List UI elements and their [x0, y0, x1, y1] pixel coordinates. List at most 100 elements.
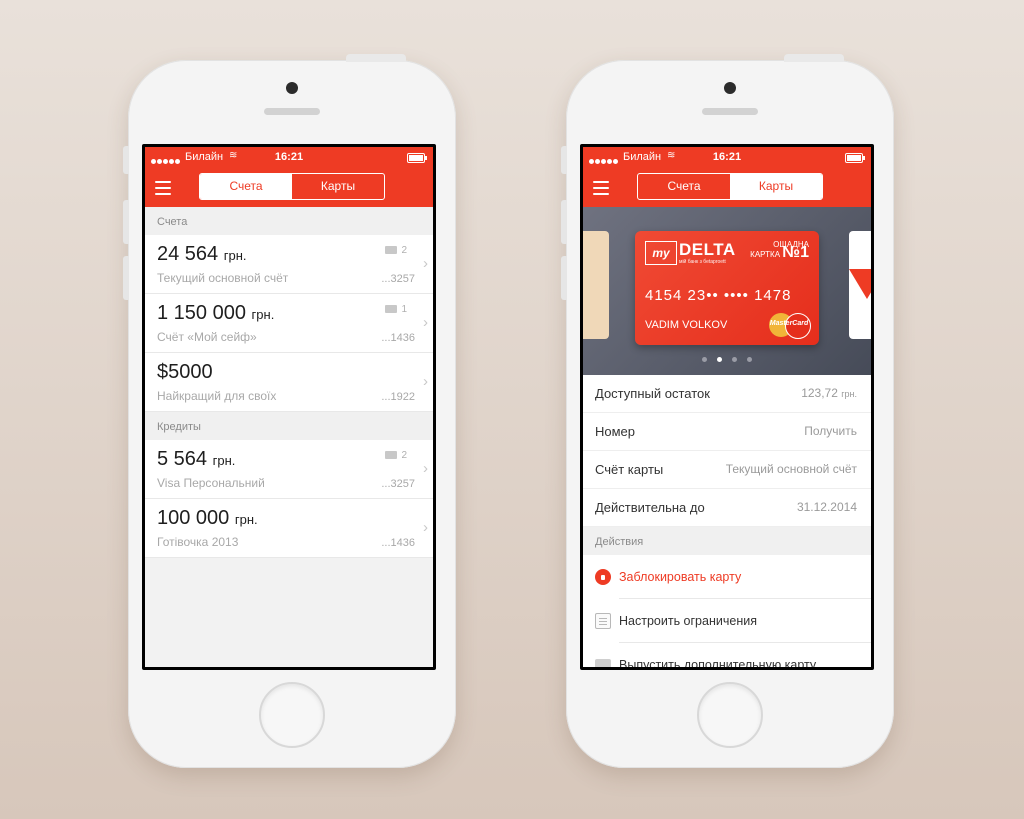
mastercard-logo: MasterCard — [769, 313, 811, 339]
volume-down-button — [123, 256, 129, 300]
detail-label: Номер — [595, 424, 636, 439]
segment-control: Счета Карты — [637, 173, 823, 200]
app-header: Билайн ≋ 16:21 Счета Карты — [145, 147, 433, 207]
action-label: Выпустить дополнительную карту — [619, 658, 817, 667]
card-holder: VADIM VOLKOV — [645, 319, 728, 331]
detail-row-number[interactable]: Номер Получить — [583, 413, 871, 451]
chevron-right-icon: › — [423, 519, 428, 536]
account-amount: 24 564 грн. — [157, 243, 247, 265]
screen: Билайн ≋ 16:21 Счета Карты Счета 24 564 … — [142, 144, 436, 670]
battery-icon — [407, 153, 427, 163]
power-button — [346, 54, 406, 62]
action-issue-card[interactable]: Выпустить дополнительную карту — [583, 643, 871, 667]
credit-row[interactable]: 5 564 грн. Visa Персональний 2 ...3257 › — [145, 440, 433, 499]
chevron-right-icon: › — [423, 373, 428, 390]
credit-amount: 5 564 грн. — [157, 448, 236, 470]
chevron-right-icon: › — [423, 314, 428, 331]
card-icon — [385, 246, 398, 254]
lock-icon — [595, 569, 611, 585]
segment-control: Счета Карты — [199, 173, 385, 200]
volume-down-button — [561, 256, 567, 300]
section-header-credits: Кредиты — [145, 412, 433, 440]
volume-up-button — [123, 200, 129, 244]
account-description: Счёт «Мой сейф» — [157, 330, 257, 344]
detail-row-balance: Доступный остаток 123,72 грн. — [583, 375, 871, 413]
chevron-right-icon: › — [423, 255, 428, 272]
detail-label: Действительна до — [595, 500, 705, 515]
account-description: Текущий основной счёт — [157, 271, 289, 285]
app-header: Билайн ≋ 16:21 Счета Карты — [583, 147, 871, 207]
tab-accounts[interactable]: Счета — [638, 174, 730, 199]
account-amount: 1 150 000 грн. — [157, 302, 275, 324]
get-number-link[interactable]: Получить — [804, 424, 857, 438]
card-icon — [385, 451, 398, 459]
tab-cards[interactable]: Карты — [292, 174, 384, 199]
battery-icon — [845, 153, 865, 163]
speaker — [264, 108, 320, 115]
account-number: ...3257 — [381, 273, 415, 285]
screen: Билайн ≋ 16:21 Счета Карты my DELTA мій … — [580, 144, 874, 670]
detail-value: Текущий основной счёт — [725, 462, 857, 476]
status-bar: Билайн ≋ 16:21 — [145, 150, 433, 165]
chevron-right-icon: › — [423, 460, 428, 477]
page-dot[interactable] — [747, 357, 752, 362]
page-dot-active[interactable] — [717, 357, 722, 362]
menu-icon[interactable] — [155, 181, 171, 195]
card-icon — [385, 305, 398, 313]
card-count: 2 — [385, 245, 407, 256]
cards-icon — [595, 659, 611, 667]
status-time: 16:21 — [712, 151, 742, 163]
action-label: Настроить ограничения — [619, 614, 757, 628]
detail-row-expiry: Действительна до 31.12.2014 — [583, 489, 871, 527]
credit-number: ...1436 — [381, 537, 415, 549]
home-button[interactable] — [259, 682, 325, 748]
account-row[interactable]: 24 564 грн. Текущий основной счёт 2 ...3… — [145, 235, 433, 294]
front-camera — [724, 82, 736, 94]
action-block-card[interactable]: Заблокировать карту — [583, 555, 871, 599]
previous-card[interactable] — [583, 231, 609, 339]
account-row[interactable]: 1 150 000 грн. Счёт «Мой сейф» 1 ...1436… — [145, 294, 433, 353]
credit-description: Visa Персональний — [157, 476, 265, 490]
detail-label: Доступный остаток — [595, 386, 710, 401]
status-bar: Билайн ≋ 16:21 — [583, 150, 871, 165]
brand-my: my — [645, 241, 677, 265]
mute-switch — [123, 146, 129, 174]
phone-left: Билайн ≋ 16:21 Счета Карты Счета 24 564 … — [123, 54, 456, 768]
credit-description: Готівочка 2013 — [157, 535, 239, 549]
account-row[interactable]: $5000 Найкращий для своїх ...1922 › — [145, 353, 433, 412]
card-number: 4154 23•• •••• 1478 — [645, 287, 792, 304]
card-carousel[interactable]: my DELTA мій банк з беtaproett ОЩАДНА КАР… — [583, 207, 871, 375]
home-button[interactable] — [697, 682, 763, 748]
speaker — [702, 108, 758, 115]
bank-card[interactable]: my DELTA мій банк з беtaproett ОЩАДНА КАР… — [635, 231, 819, 345]
brand-subtitle: мій банк з беtaproett — [679, 259, 726, 265]
detail-label: Счёт карты — [595, 462, 664, 477]
tab-cards[interactable]: Карты — [730, 174, 822, 199]
status-time: 16:21 — [274, 151, 304, 163]
account-number: ...1436 — [381, 332, 415, 344]
volume-up-button — [561, 200, 567, 244]
tab-accounts[interactable]: Счета — [200, 174, 292, 199]
section-header-accounts: Счета — [145, 207, 433, 235]
card-count: 2 — [385, 450, 407, 461]
page-dot[interactable] — [702, 357, 707, 362]
card-badge: ОЩАДНА КАРТКА №1 — [750, 240, 809, 261]
menu-icon[interactable] — [593, 181, 609, 195]
card-count: 1 — [385, 304, 407, 315]
front-camera — [286, 82, 298, 94]
account-amount: $5000 — [157, 361, 213, 383]
brand-name: DELTA — [679, 240, 736, 259]
clipboard-icon — [595, 613, 611, 629]
credit-amount: 100 000 грн. — [157, 507, 258, 529]
credit-number: ...3257 — [381, 478, 415, 490]
credit-row[interactable]: 100 000 грн. Готівочка 2013 ...1436 › — [145, 499, 433, 558]
account-number: ...1922 — [381, 391, 415, 403]
page-dot[interactable] — [732, 357, 737, 362]
next-card[interactable] — [849, 231, 871, 339]
account-description: Найкращий для своїх — [157, 389, 277, 403]
power-button — [784, 54, 844, 62]
carousel-pager — [583, 349, 871, 367]
action-set-limits[interactable]: Настроить ограничения — [583, 599, 871, 643]
phone-right: Билайн ≋ 16:21 Счета Карты my DELTA мій … — [561, 54, 894, 768]
detail-value: 123,72 грн. — [801, 386, 857, 400]
